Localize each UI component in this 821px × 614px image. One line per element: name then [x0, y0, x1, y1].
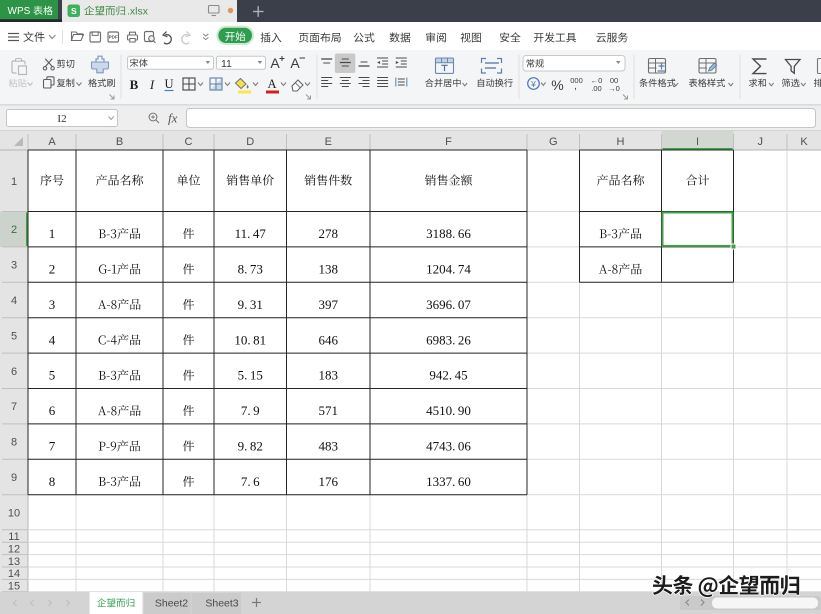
svg-text:6: 6 [49, 403, 56, 418]
svg-text:3: 3 [11, 260, 17, 272]
svg-text:9. 31: 9. 31 [238, 297, 263, 312]
svg-text:A: A [48, 136, 56, 148]
svg-text:10: 10 [8, 507, 20, 519]
svg-text:¥: ¥ [530, 79, 536, 89]
svg-text:12: 12 [8, 543, 20, 555]
svg-text:2: 2 [49, 262, 56, 277]
svg-text:3188. 66: 3188. 66 [426, 226, 471, 241]
svg-text:Sheet3: Sheet3 [205, 598, 238, 610]
svg-text:8: 8 [49, 474, 56, 489]
svg-text:1337. 60: 1337. 60 [426, 474, 471, 489]
svg-text:6: 6 [11, 366, 17, 378]
svg-text:7. 9: 7. 9 [241, 403, 260, 418]
svg-text:3: 3 [49, 297, 56, 312]
svg-text:Sheet2: Sheet2 [155, 598, 188, 610]
svg-text:A: A [267, 77, 276, 91]
svg-text:B: B [116, 136, 123, 148]
svg-text:F: F [445, 136, 452, 148]
svg-text:B: B [130, 77, 139, 92]
svg-text:11: 11 [221, 58, 232, 70]
svg-text:K: K [800, 136, 808, 148]
svg-text:WPS: WPS [8, 6, 31, 17]
svg-text:483: 483 [319, 439, 339, 454]
svg-text:%: % [551, 77, 563, 93]
svg-text:7: 7 [49, 439, 56, 454]
svg-text:13: 13 [8, 556, 20, 568]
svg-text:9: 9 [11, 472, 17, 484]
svg-text:.00: .00 [591, 84, 601, 93]
svg-text:11: 11 [8, 531, 19, 543]
svg-text:7: 7 [11, 401, 17, 413]
svg-text:H: H [617, 136, 625, 148]
svg-text:14: 14 [8, 568, 20, 580]
svg-text:I: I [149, 77, 155, 92]
svg-text:138: 138 [319, 262, 339, 277]
svg-text:15: 15 [8, 581, 20, 593]
svg-text:1204. 74: 1204. 74 [426, 262, 471, 277]
svg-text:.xlsx: .xlsx [127, 6, 149, 18]
svg-text:278: 278 [319, 226, 339, 241]
svg-text:11. 47: 11. 47 [235, 226, 267, 241]
svg-text:3696. 07: 3696. 07 [426, 297, 471, 312]
svg-text:6983. 26: 6983. 26 [426, 332, 471, 347]
svg-text:4510. 90: 4510. 90 [426, 403, 471, 418]
svg-text:942. 45: 942. 45 [429, 368, 467, 383]
svg-text:U: U [164, 77, 173, 91]
svg-text:4: 4 [49, 332, 56, 347]
svg-text:10. 81: 10. 81 [234, 332, 266, 347]
svg-text:7. 6: 7. 6 [241, 474, 260, 489]
svg-text:A: A [290, 55, 300, 71]
svg-text:,: , [574, 81, 577, 92]
svg-text:→0: →0 [608, 84, 620, 93]
svg-text:571: 571 [319, 403, 339, 418]
svg-text:4: 4 [11, 295, 17, 307]
svg-text:PDF: PDF [109, 35, 118, 40]
svg-text:D: D [246, 136, 254, 148]
svg-text:E: E [325, 136, 332, 148]
svg-text:5: 5 [11, 330, 17, 342]
svg-text:2: 2 [11, 224, 17, 236]
svg-text:646: 646 [319, 332, 339, 347]
svg-text:fx: fx [168, 111, 178, 126]
svg-text:G: G [549, 136, 558, 148]
svg-text:9. 82: 9. 82 [238, 439, 263, 454]
svg-text:J: J [758, 136, 764, 148]
svg-text:I: I [696, 136, 699, 148]
svg-text:5. 15: 5. 15 [238, 368, 263, 383]
svg-text:1: 1 [11, 176, 17, 188]
svg-text:S: S [71, 6, 77, 16]
svg-text:I2: I2 [57, 113, 66, 125]
svg-text:5: 5 [49, 368, 56, 383]
svg-text:8: 8 [11, 437, 17, 449]
svg-text:397: 397 [319, 297, 339, 312]
svg-text:8. 73: 8. 73 [238, 262, 263, 277]
svg-text:C: C [185, 136, 193, 148]
svg-text:1: 1 [49, 226, 56, 241]
svg-text:183: 183 [319, 368, 339, 383]
svg-text:A: A [270, 55, 280, 71]
svg-text:176: 176 [319, 474, 339, 489]
svg-text:4743. 06: 4743. 06 [426, 439, 471, 454]
